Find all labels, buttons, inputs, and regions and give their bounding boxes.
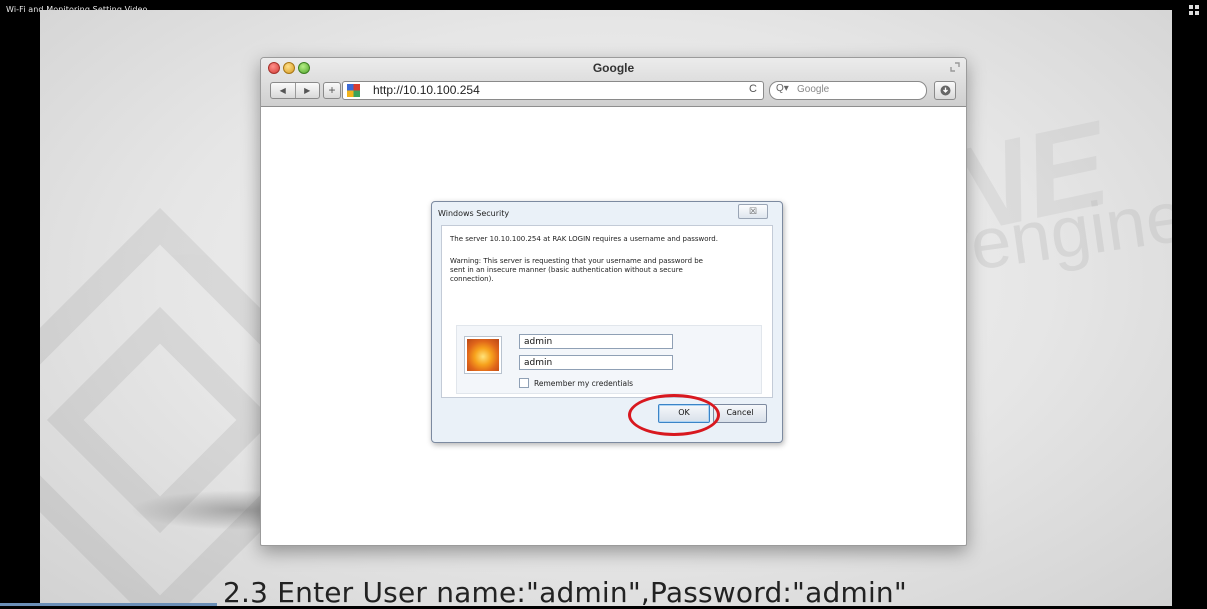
downloads-button[interactable] — [934, 81, 956, 100]
user-avatar — [464, 336, 502, 374]
username-input[interactable]: admin — [519, 334, 673, 349]
password-input[interactable]: admin — [519, 355, 673, 370]
fullscreen-icon[interactable] — [950, 62, 960, 72]
dialog-close-button[interactable]: ☒ — [738, 204, 768, 219]
cancel-button[interactable]: Cancel — [713, 404, 767, 423]
video-caption: 2.3 Enter User name:"admin",Password:"ad… — [223, 576, 907, 609]
remember-credentials[interactable]: Remember my credentials — [519, 378, 633, 388]
search-field[interactable]: Q▾ Google — [769, 81, 927, 100]
window-title: Google — [592, 61, 635, 75]
flower-icon — [467, 339, 499, 371]
ok-highlight-circle — [628, 394, 720, 436]
warning-line-1: Warning: This server is requesting that … — [450, 257, 703, 265]
search-placeholder: Google — [797, 84, 830, 95]
download-icon — [940, 85, 950, 96]
remember-label: Remember my credentials — [534, 378, 634, 388]
credential-panel: admin admin Remember my credentials — [456, 325, 762, 394]
address-bar[interactable]: http://10.10.100.254 C — [342, 81, 764, 100]
browser-window: Google ◀ ▶ + http://10.10.100.254 C Q▾ G… — [260, 57, 967, 546]
browser-titlebar: Google ◀ ▶ + http://10.10.100.254 C Q▾ G… — [261, 58, 966, 107]
navigation-buttons: ◀ ▶ — [270, 82, 320, 99]
warning-line-3: connection). — [450, 275, 494, 283]
server-message: The server 10.10.100.254 at RAK LOGIN re… — [450, 235, 718, 243]
add-bookmark-button[interactable]: + — [323, 82, 341, 99]
google-favicon-icon — [347, 84, 360, 97]
dialog-title: Windows Security — [438, 209, 510, 218]
reload-icon[interactable]: C — [749, 83, 757, 95]
remember-checkbox[interactable] — [519, 378, 529, 388]
dialog-content: The server 10.10.100.254 at RAK LOGIN re… — [441, 225, 773, 398]
windows-security-dialog: Windows Security ☒ The server 10.10.100.… — [431, 201, 783, 443]
url-text: http://10.10.100.254 — [373, 83, 480, 97]
forward-button[interactable]: ▶ — [296, 83, 320, 98]
grid-icon[interactable] — [1189, 5, 1199, 15]
back-button[interactable]: ◀ — [271, 83, 296, 98]
search-icon: Q▾ — [776, 83, 789, 94]
warning-line-2: sent in an insecure manner (basic authen… — [450, 266, 683, 274]
video-player: Wi-Fi and Monitoring Setting Video NE en… — [0, 0, 1207, 609]
